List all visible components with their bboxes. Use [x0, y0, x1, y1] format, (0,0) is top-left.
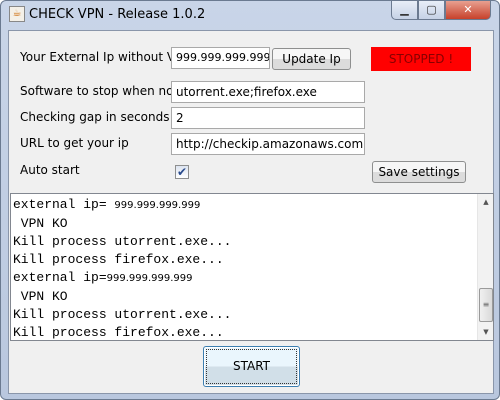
autostart-label: Auto start	[20, 163, 80, 177]
autostart-checkbox[interactable]: ✔	[175, 165, 189, 179]
vertical-scrollbar[interactable]: ▲ ≡ ▼	[477, 194, 493, 340]
log-line: VPN KO	[13, 288, 231, 306]
log-line-text: VPN KO	[13, 216, 68, 231]
save-settings-button[interactable]: Save settings	[372, 161, 466, 183]
status-indicator: STOPPED !	[371, 47, 471, 71]
log-line: Kill process utorrent.exe...	[13, 306, 231, 324]
log-ip: 999.999.999.999	[106, 273, 193, 284]
update-ip-button[interactable]: Update Ip	[272, 48, 351, 70]
log-text: external ip= 999.999.999.999 VPN KO Kill …	[13, 196, 231, 340]
scroll-up-icon[interactable]: ▲	[478, 194, 493, 210]
log-line: VPN KO	[13, 215, 231, 233]
log-line: Kill process firefox.exe...	[13, 251, 231, 269]
url-label: URL to get your ip	[20, 136, 129, 150]
log-line: external ip=999.999.999.999	[13, 269, 231, 288]
software-field[interactable]: utorrent.exe;firefox.exe	[171, 81, 365, 103]
scroll-down-icon[interactable]: ▼	[478, 324, 493, 340]
window-title: CHECK VPN - Release 1.0.2	[29, 7, 206, 22]
log-line-text: Kill process utorrent.exe...	[13, 234, 232, 249]
gap-label: Checking gap in seconds	[20, 110, 170, 124]
log-line-text: external ip=	[13, 197, 115, 212]
start-button[interactable]: START	[203, 346, 300, 387]
log-line-text: Kill process firefox.exe...	[13, 252, 224, 267]
log-ip: 999.999.999.999	[114, 200, 201, 211]
url-field[interactable]: http://checkip.amazonaws.com	[171, 133, 365, 155]
log-line-text: Kill process utorrent.exe...	[13, 307, 232, 322]
ip-label: Your External Ip without VPN	[20, 50, 192, 64]
log-line-text: Kill process firefox.exe...	[13, 325, 224, 340]
log-console[interactable]: external ip= 999.999.999.999 VPN KO Kill …	[10, 193, 494, 341]
main-panel: Your External Ip without VPN 999.999.999…	[8, 30, 494, 394]
log-line: Kill process utorrent.exe...	[13, 233, 231, 251]
java-cup-icon: ☕	[9, 6, 25, 22]
log-line: external ip= 999.999.999.999	[13, 196, 231, 215]
log-line-text: external ip=	[13, 270, 107, 285]
maximize-button[interactable]: ▢	[418, 1, 445, 20]
ip-field[interactable]: 999.999.999.999	[171, 47, 270, 69]
close-button[interactable]: ✕	[445, 1, 491, 20]
app-window: ☕ CHECK VPN - Release 1.0.2 ▁ ▢ ✕ Your E…	[0, 0, 500, 400]
gap-field[interactable]: 2	[171, 107, 365, 129]
minimize-button[interactable]: ▁	[391, 1, 418, 20]
log-line-text: VPN KO	[13, 289, 68, 304]
scroll-thumb[interactable]: ≡	[479, 288, 493, 322]
log-line: Kill process firefox.exe...	[13, 324, 231, 340]
